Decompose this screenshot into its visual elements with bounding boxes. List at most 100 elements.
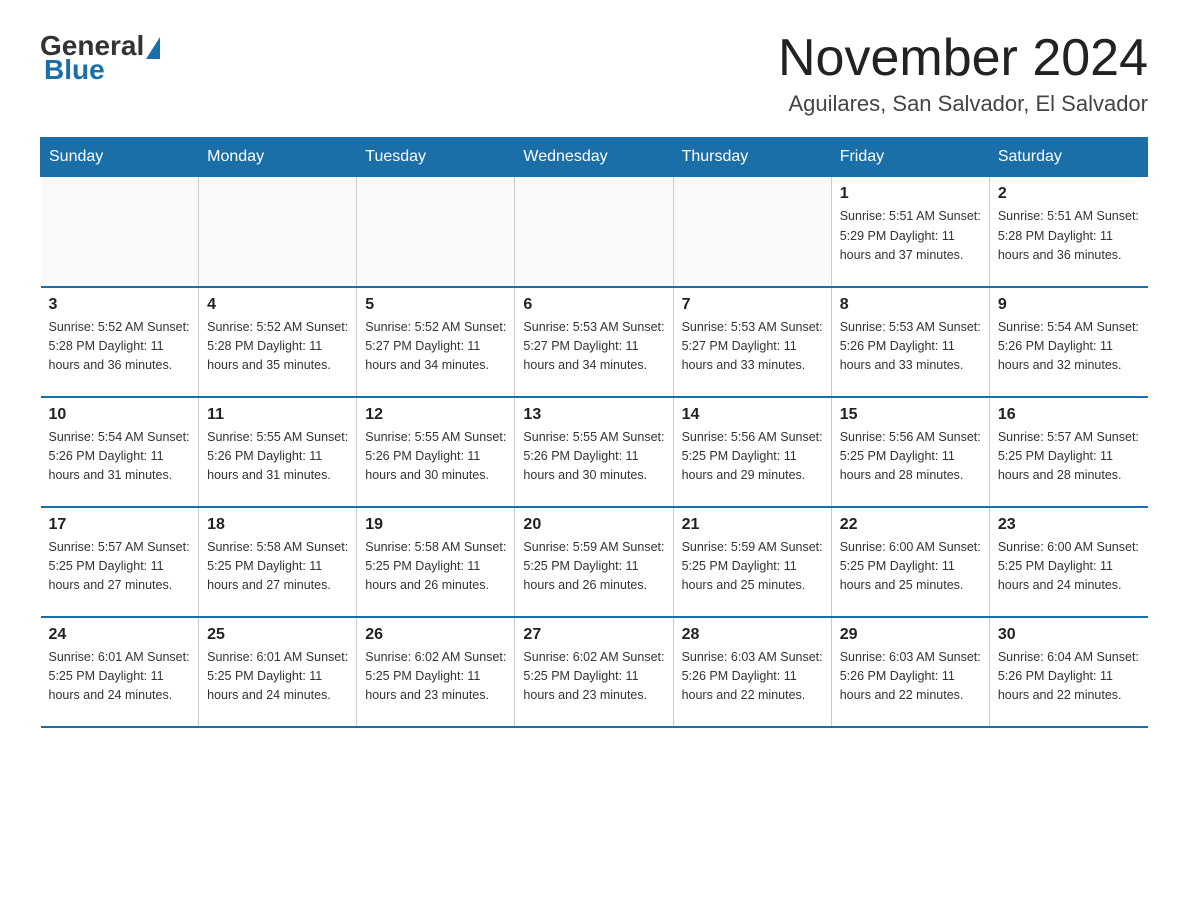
day-info: Sunrise: 5:53 AM Sunset: 5:27 PM Dayligh…	[523, 318, 664, 376]
day-cell: 1 Sunrise: 5:51 AM Sunset: 5:29 PM Daylig…	[831, 177, 989, 287]
day-cell: 20Sunrise: 5:59 AM Sunset: 5:25 PM Dayli…	[515, 507, 673, 617]
day-cell: 2 Sunrise: 5:51 AM Sunset: 5:28 PM Daylig…	[989, 177, 1147, 287]
day-number: 17	[49, 516, 191, 534]
weekday-header-row: SundayMondayTuesdayWednesdayThursdayFrid…	[41, 138, 1148, 177]
day-info: Sunrise: 6:03 AM Sunset: 5:26 PM Dayligh…	[682, 648, 823, 706]
day-cell: 24Sunrise: 6:01 AM Sunset: 5:25 PM Dayli…	[41, 617, 199, 727]
day-cell: 22Sunrise: 6:00 AM Sunset: 5:25 PM Dayli…	[831, 507, 989, 617]
day-cell: 9 Sunrise: 5:54 AM Sunset: 5:26 PM Daylig…	[989, 287, 1147, 397]
day-info: Sunrise: 6:00 AM Sunset: 5:25 PM Dayligh…	[998, 538, 1140, 596]
day-number: 3	[49, 296, 191, 314]
day-info: Sunrise: 6:04 AM Sunset: 5:26 PM Dayligh…	[998, 648, 1140, 706]
day-info: Sunrise: 5:55 AM Sunset: 5:26 PM Dayligh…	[523, 428, 664, 486]
day-cell: 18Sunrise: 5:58 AM Sunset: 5:25 PM Dayli…	[199, 507, 357, 617]
day-info: Sunrise: 6:01 AM Sunset: 5:25 PM Dayligh…	[49, 648, 191, 706]
weekday-header-tuesday: Tuesday	[357, 138, 515, 177]
day-cell	[357, 177, 515, 287]
day-info: Sunrise: 5:56 AM Sunset: 5:25 PM Dayligh…	[682, 428, 823, 486]
day-info: Sunrise: 6:02 AM Sunset: 5:25 PM Dayligh…	[365, 648, 506, 706]
day-number: 4	[207, 296, 348, 314]
day-cell: 23 Sunrise: 6:00 AM Sunset: 5:25 PM Dayli…	[989, 507, 1147, 617]
day-number: 11	[207, 406, 348, 424]
week-row-5: 24Sunrise: 6:01 AM Sunset: 5:25 PM Dayli…	[41, 617, 1148, 727]
day-number: 6	[523, 296, 664, 314]
day-number: 1	[840, 185, 981, 203]
day-number: 21	[682, 516, 823, 534]
day-info: Sunrise: 6:03 AM Sunset: 5:26 PM Dayligh…	[840, 648, 981, 706]
day-cell: 10Sunrise: 5:54 AM Sunset: 5:26 PM Dayli…	[41, 397, 199, 507]
header: General Blue November 2024 Aguilares, Sa…	[40, 30, 1148, 117]
week-row-3: 10Sunrise: 5:54 AM Sunset: 5:26 PM Dayli…	[41, 397, 1148, 507]
day-cell: 8 Sunrise: 5:53 AM Sunset: 5:26 PM Daylig…	[831, 287, 989, 397]
weekday-header-sunday: Sunday	[41, 138, 199, 177]
day-info: Sunrise: 5:52 AM Sunset: 5:27 PM Dayligh…	[365, 318, 506, 376]
day-number: 25	[207, 626, 348, 644]
weekday-header-wednesday: Wednesday	[515, 138, 673, 177]
day-number: 12	[365, 406, 506, 424]
weekday-header-saturday: Saturday	[989, 138, 1147, 177]
day-number: 19	[365, 516, 506, 534]
day-info: Sunrise: 5:51 AM Sunset: 5:28 PM Dayligh…	[998, 207, 1140, 265]
week-row-4: 17 Sunrise: 5:57 AM Sunset: 5:25 PM Dayli…	[41, 507, 1148, 617]
day-info: Sunrise: 5:55 AM Sunset: 5:26 PM Dayligh…	[207, 428, 348, 486]
month-title: November 2024	[778, 30, 1148, 87]
day-info: Sunrise: 5:51 AM Sunset: 5:29 PM Dayligh…	[840, 207, 981, 265]
day-number: 15	[840, 406, 981, 424]
weekday-header-monday: Monday	[199, 138, 357, 177]
day-cell: 19 Sunrise: 5:58 AM Sunset: 5:25 PM Dayli…	[357, 507, 515, 617]
day-info: Sunrise: 5:54 AM Sunset: 5:26 PM Dayligh…	[998, 318, 1140, 376]
day-cell: 21Sunrise: 5:59 AM Sunset: 5:25 PM Dayli…	[673, 507, 831, 617]
weekday-header-friday: Friday	[831, 138, 989, 177]
day-info: Sunrise: 5:58 AM Sunset: 5:25 PM Dayligh…	[207, 538, 348, 596]
day-number: 2	[998, 185, 1140, 203]
logo-blue-text: Blue	[44, 54, 105, 86]
day-info: Sunrise: 5:53 AM Sunset: 5:26 PM Dayligh…	[840, 318, 981, 376]
day-number: 14	[682, 406, 823, 424]
day-info: Sunrise: 5:55 AM Sunset: 5:26 PM Dayligh…	[365, 428, 506, 486]
day-info: Sunrise: 5:57 AM Sunset: 5:25 PM Dayligh…	[49, 538, 191, 596]
day-number: 22	[840, 516, 981, 534]
day-number: 9	[998, 296, 1140, 314]
day-cell: 11 Sunrise: 5:55 AM Sunset: 5:26 PM Dayli…	[199, 397, 357, 507]
day-info: Sunrise: 5:59 AM Sunset: 5:25 PM Dayligh…	[523, 538, 664, 596]
day-cell: 16 Sunrise: 5:57 AM Sunset: 5:25 PM Dayli…	[989, 397, 1147, 507]
week-row-2: 3 Sunrise: 5:52 AM Sunset: 5:28 PM Daylig…	[41, 287, 1148, 397]
day-info: Sunrise: 5:52 AM Sunset: 5:28 PM Dayligh…	[49, 318, 191, 376]
logo-triangle-icon	[146, 37, 160, 59]
location-title: Aguilares, San Salvador, El Salvador	[778, 91, 1148, 117]
day-info: Sunrise: 5:58 AM Sunset: 5:25 PM Dayligh…	[365, 538, 506, 596]
day-info: Sunrise: 6:02 AM Sunset: 5:25 PM Dayligh…	[523, 648, 664, 706]
day-cell: 27 Sunrise: 6:02 AM Sunset: 5:25 PM Dayli…	[515, 617, 673, 727]
day-number: 13	[523, 406, 664, 424]
day-number: 30	[998, 626, 1140, 644]
weekday-header-thursday: Thursday	[673, 138, 831, 177]
day-number: 23	[998, 516, 1140, 534]
day-info: Sunrise: 5:57 AM Sunset: 5:25 PM Dayligh…	[998, 428, 1140, 486]
day-cell: 12 Sunrise: 5:55 AM Sunset: 5:26 PM Dayli…	[357, 397, 515, 507]
day-cell: 29 Sunrise: 6:03 AM Sunset: 5:26 PM Dayli…	[831, 617, 989, 727]
day-cell: 13 Sunrise: 5:55 AM Sunset: 5:26 PM Dayli…	[515, 397, 673, 507]
day-cell: 30 Sunrise: 6:04 AM Sunset: 5:26 PM Dayli…	[989, 617, 1147, 727]
day-number: 28	[682, 626, 823, 644]
day-cell	[515, 177, 673, 287]
day-cell	[673, 177, 831, 287]
day-cell: 5 Sunrise: 5:52 AM Sunset: 5:27 PM Daylig…	[357, 287, 515, 397]
day-info: Sunrise: 5:56 AM Sunset: 5:25 PM Dayligh…	[840, 428, 981, 486]
day-number: 26	[365, 626, 506, 644]
day-info: Sunrise: 5:52 AM Sunset: 5:28 PM Dayligh…	[207, 318, 348, 376]
day-number: 10	[49, 406, 191, 424]
day-info: Sunrise: 6:01 AM Sunset: 5:25 PM Dayligh…	[207, 648, 348, 706]
day-number: 16	[998, 406, 1140, 424]
day-number: 7	[682, 296, 823, 314]
day-cell	[41, 177, 199, 287]
day-number: 8	[840, 296, 981, 314]
title-area: November 2024 Aguilares, San Salvador, E…	[778, 30, 1148, 117]
day-number: 29	[840, 626, 981, 644]
day-number: 5	[365, 296, 506, 314]
logo: General Blue	[40, 30, 160, 86]
day-cell: 25 Sunrise: 6:01 AM Sunset: 5:25 PM Dayli…	[199, 617, 357, 727]
day-cell: 3 Sunrise: 5:52 AM Sunset: 5:28 PM Daylig…	[41, 287, 199, 397]
day-number: 27	[523, 626, 664, 644]
day-cell: 15 Sunrise: 5:56 AM Sunset: 5:25 PM Dayli…	[831, 397, 989, 507]
day-cell: 28 Sunrise: 6:03 AM Sunset: 5:26 PM Dayli…	[673, 617, 831, 727]
